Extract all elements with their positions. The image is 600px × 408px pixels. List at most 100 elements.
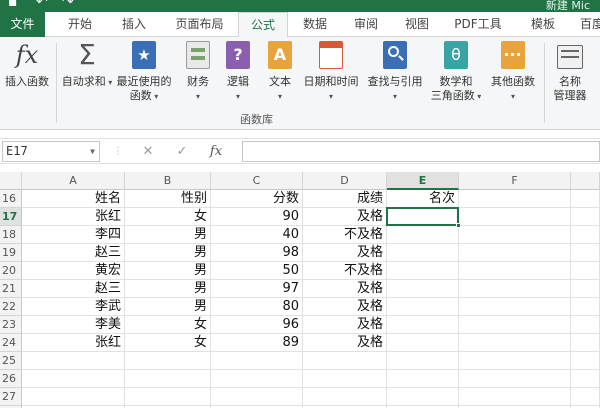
tab-pdf-tools[interactable]: PDF工具	[448, 12, 508, 37]
cell-b18[interactable]: 男	[125, 226, 211, 244]
cell-f20[interactable]	[459, 262, 571, 280]
lookup-button[interactable]: 查找与引用 ▾	[364, 41, 426, 104]
math-trig-button[interactable]: θ 数学和 三角函数 ▾	[428, 41, 484, 104]
row-header-17[interactable]: 17	[0, 208, 22, 226]
cell-c23[interactable]: 96	[211, 316, 303, 334]
cell-f18[interactable]	[459, 226, 571, 244]
cell-a23[interactable]: 李美	[22, 316, 125, 334]
cell-g25[interactable]	[571, 352, 600, 370]
cell-f23[interactable]	[459, 316, 571, 334]
cell-b20[interactable]: 男	[125, 262, 211, 280]
undo-icon[interactable]: ↶	[36, 0, 48, 10]
redo-icon[interactable]: ↷	[62, 0, 74, 10]
cell-c16[interactable]: 分数	[211, 190, 303, 208]
cell-c21[interactable]: 97	[211, 280, 303, 298]
row-header-24[interactable]: 24	[0, 334, 22, 352]
cell-f17[interactable]	[459, 208, 571, 226]
cell-g23[interactable]	[571, 316, 600, 334]
cell-c27[interactable]	[211, 388, 303, 406]
cell-g20[interactable]	[571, 262, 600, 280]
row-header-23[interactable]: 23	[0, 316, 22, 334]
row-header-19[interactable]: 19	[0, 244, 22, 262]
cell-d27[interactable]	[303, 388, 387, 406]
cell-e20[interactable]	[387, 262, 459, 280]
cell-d24[interactable]: 及格	[303, 334, 387, 352]
datetime-button[interactable]: 日期和时间 ▾	[300, 41, 362, 104]
cell-f25[interactable]	[459, 352, 571, 370]
insert-function-button[interactable]: fx 插入函数	[2, 41, 52, 89]
cell-e27[interactable]	[387, 388, 459, 406]
cell-g26[interactable]	[571, 370, 600, 388]
cell-b16[interactable]: 性别	[125, 190, 211, 208]
cancel-icon[interactable]: ✕	[138, 142, 158, 162]
cell-a27[interactable]	[22, 388, 125, 406]
logical-button[interactable]: ? 逻辑 ▾	[222, 41, 254, 104]
insert-function-icon[interactable]: fx	[206, 142, 226, 162]
cell-g17[interactable]	[571, 208, 600, 226]
column-header-g[interactable]	[571, 172, 600, 190]
cell-c22[interactable]: 80	[211, 298, 303, 316]
cell-c26[interactable]	[211, 370, 303, 388]
cell-d19[interactable]: 及格	[303, 244, 387, 262]
cell-c17[interactable]: 90	[211, 208, 303, 226]
cell-d23[interactable]: 及格	[303, 316, 387, 334]
cell-d18[interactable]: 不及格	[303, 226, 387, 244]
cell-b22[interactable]: 男	[125, 298, 211, 316]
cell-g18[interactable]	[571, 226, 600, 244]
cell-e22[interactable]	[387, 298, 459, 316]
cell-f27[interactable]	[459, 388, 571, 406]
cell-c19[interactable]: 98	[211, 244, 303, 262]
cell-f24[interactable]	[459, 334, 571, 352]
tab-formulas[interactable]: 公式	[238, 12, 288, 38]
cell-c25[interactable]	[211, 352, 303, 370]
name-manager-button[interactable]: 名称 管理器	[548, 41, 592, 103]
column-header-b[interactable]: B	[125, 172, 211, 190]
tab-insert[interactable]: 插入	[110, 12, 158, 37]
cell-g19[interactable]	[571, 244, 600, 262]
cell-b23[interactable]: 女	[125, 316, 211, 334]
cell-b26[interactable]	[125, 370, 211, 388]
tab-page-layout[interactable]: 页面布局	[162, 12, 237, 37]
column-header-c[interactable]: C	[211, 172, 303, 190]
cell-e26[interactable]	[387, 370, 459, 388]
cell-f22[interactable]	[459, 298, 571, 316]
cell-e21[interactable]	[387, 280, 459, 298]
name-box[interactable]: E17 ▼	[2, 141, 100, 162]
drag-handle-icon[interactable]: ⋮	[108, 142, 128, 162]
cell-d22[interactable]: 及格	[303, 298, 387, 316]
cell-b25[interactable]	[125, 352, 211, 370]
cell-d26[interactable]	[303, 370, 387, 388]
row-header-21[interactable]: 21	[0, 280, 22, 298]
cell-e19[interactable]	[387, 244, 459, 262]
tab-home[interactable]: 开始	[55, 12, 105, 37]
cell-a20[interactable]: 黄宏	[22, 262, 125, 280]
cell-f26[interactable]	[459, 370, 571, 388]
row-header-18[interactable]: 18	[0, 226, 22, 244]
financial-button[interactable]: 财务 ▾	[180, 41, 216, 104]
cell-b24[interactable]: 女	[125, 334, 211, 352]
worksheet-grid[interactable]: A B C D E F 16 姓名 性别 分数 成绩 名次 17 张红女 90 及格 18 李四男 40 不及格 19 赵…	[0, 172, 600, 408]
cell-f19[interactable]	[459, 244, 571, 262]
cell-d16[interactable]: 成绩	[303, 190, 387, 208]
column-header-a[interactable]: A	[22, 172, 125, 190]
cell-e18[interactable]	[387, 226, 459, 244]
cell-c20[interactable]: 50	[211, 262, 303, 280]
cell-b19[interactable]: 男	[125, 244, 211, 262]
cell-d20[interactable]: 不及格	[303, 262, 387, 280]
cell-d21[interactable]: 及格	[303, 280, 387, 298]
formula-input[interactable]	[242, 141, 600, 162]
cell-a21[interactable]: 赵三	[22, 280, 125, 298]
row-header-27[interactable]: 27	[0, 388, 22, 406]
cell-d25[interactable]	[303, 352, 387, 370]
row-header-20[interactable]: 20	[0, 262, 22, 280]
tab-templates[interactable]: 模板	[520, 12, 566, 37]
row-header-26[interactable]: 26	[0, 370, 22, 388]
cell-b27[interactable]	[125, 388, 211, 406]
cell-f21[interactable]	[459, 280, 571, 298]
recently-used-button[interactable]: ★ 最近使用的 函数 ▾	[114, 41, 174, 104]
tab-file[interactable]: 文件	[0, 12, 45, 37]
cell-c24[interactable]: 89	[211, 334, 303, 352]
more-functions-button[interactable]: 其他函数 ▾	[486, 41, 540, 104]
row-header-16[interactable]: 16	[0, 190, 22, 208]
tab-baidu[interactable]: 百度	[572, 12, 600, 37]
